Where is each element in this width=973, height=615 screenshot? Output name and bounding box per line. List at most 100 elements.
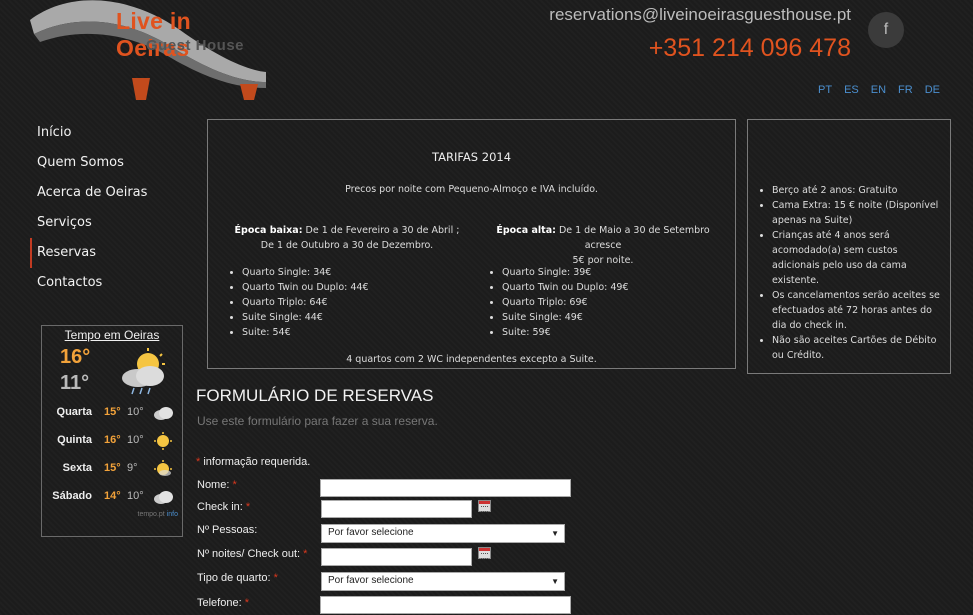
low-season-dates2: De 1 de Outubro a 30 de Dezembro. xyxy=(260,240,434,251)
forecast-row: Sábado 14° 10° xyxy=(42,486,182,508)
list-item: Quarto Triplo: 69€ xyxy=(502,295,629,310)
forecast-low: 10° xyxy=(127,434,144,446)
low-season-text: Época baixa: De 1 de Fevereiro a 30 de A… xyxy=(222,223,472,253)
tariffs-intro: Precos por noite com Pequeno-Almoço e IV… xyxy=(345,184,598,195)
forecast-high: 14° xyxy=(104,490,121,502)
name-label-text: Nome: xyxy=(197,479,230,491)
forecast-low: 10° xyxy=(127,490,144,502)
cloudy-icon xyxy=(154,491,173,504)
lang-en[interactable]: EN xyxy=(871,84,886,96)
weather-credit: tempo.pt info xyxy=(138,511,179,518)
calendar-icon[interactable] xyxy=(478,500,491,512)
high-season-text: Época alta: De 1 de Maio a 30 de Setembr… xyxy=(478,223,728,268)
forecast-high: 15° xyxy=(104,462,121,474)
lang-de[interactable]: DE xyxy=(925,84,940,96)
nav-item-inicio[interactable]: Início xyxy=(30,118,180,148)
phone-label: Telefone: * xyxy=(197,597,249,609)
list-item: Não são aceites Cartões de Débito ou Cré… xyxy=(772,333,948,363)
forecast-row: Quinta 16° 10° xyxy=(42,430,182,452)
logo[interactable]: Live in Oeiras Guest House xyxy=(30,0,270,105)
language-switcher: PT ES EN FR DE xyxy=(818,84,952,96)
forecast-low: 9° xyxy=(127,462,138,474)
nights-label-text: Nº noites/ Check out: xyxy=(197,548,301,560)
chevron-down-icon: ▼ xyxy=(551,577,559,586)
lang-pt[interactable]: PT xyxy=(818,84,832,96)
room-type-select[interactable]: Por favor selecione ▼ xyxy=(321,572,565,591)
lang-fr[interactable]: FR xyxy=(898,84,913,96)
high-season-dates1: De 1 de Maio a 30 de Setembro acresce xyxy=(555,225,710,251)
list-item: Cama Extra: 15 € noite (Disponível apena… xyxy=(772,198,948,228)
name-field[interactable] xyxy=(320,479,571,497)
list-item: Suite: 54€ xyxy=(242,325,369,340)
list-item: Quarto Twin ou Duplo: 49€ xyxy=(502,280,629,295)
tariffs-heading: TARIFAS 2014 xyxy=(431,150,512,164)
checkout-field[interactable] xyxy=(321,548,472,566)
checkin-label-text: Check in: xyxy=(197,501,243,513)
tariffs-box: TARIFAS 2014 Precos por noite com Pequen… xyxy=(207,119,736,369)
high-season-label: Época alta: xyxy=(496,225,556,236)
checkin-label: Check in: * xyxy=(197,501,250,513)
phone-field[interactable] xyxy=(320,596,571,614)
logo-subtitle: Guest House xyxy=(146,37,245,54)
list-item: Suite: 59€ xyxy=(502,325,629,340)
forecast-row: Sexta 15° 9° xyxy=(42,458,182,480)
nav-item-contactos[interactable]: Contactos xyxy=(30,268,180,298)
persons-select[interactable]: Por favor selecione ▼ xyxy=(321,524,565,543)
calendar-icon[interactable] xyxy=(478,547,491,559)
policies-box: Berço até 2 anos: Gratuito Cama Extra: 1… xyxy=(747,119,951,374)
weather-title[interactable]: Tempo em Oeiras xyxy=(42,328,182,342)
list-item: Quarto Twin ou Duplo: 44€ xyxy=(242,280,369,295)
forecast-row: Quarta 15° 10° xyxy=(42,402,182,424)
chevron-down-icon: ▼ xyxy=(551,529,559,538)
rain-cloud-icon xyxy=(122,348,165,395)
list-item: Suite Single: 49€ xyxy=(502,310,629,325)
facebook-icon[interactable]: f xyxy=(868,12,904,48)
room-label: Tipo de quarto: * xyxy=(197,572,278,584)
tariffs-footer: 4 quartos com 2 WC independentes excepto… xyxy=(346,354,597,365)
low-season-label: Época baixa: xyxy=(234,225,303,236)
list-item: Crianças até 4 anos será acomodado(a) se… xyxy=(772,228,948,288)
name-label: Nome: * xyxy=(197,479,237,491)
forecast-day: Sexta xyxy=(62,462,92,474)
partly-sunny-icon xyxy=(154,460,172,476)
contact-phone: +351 214 096 478 xyxy=(648,34,851,62)
lang-es[interactable]: ES xyxy=(844,84,859,96)
nav-item-acerca-de-oeiras[interactable]: Acerca de Oeiras xyxy=(30,178,180,208)
today-high: 16° xyxy=(60,346,91,368)
room-select-value: Por favor selecione xyxy=(328,575,414,586)
room-label-text: Tipo de quarto: xyxy=(197,572,271,584)
persons-label: Nº Pessoas: xyxy=(197,524,258,536)
contact-email[interactable]: reservations@liveinoeirasguesthouse.pt xyxy=(549,5,851,25)
required-mark: * xyxy=(245,501,251,513)
nav-item-reservas[interactable]: Reservas xyxy=(30,238,180,268)
weather-credit-link[interactable]: info xyxy=(167,511,178,518)
weather-credit-text: tempo.pt xyxy=(137,511,165,518)
required-mark: * xyxy=(273,572,278,584)
required-note: * informação requerida. xyxy=(196,456,310,468)
form-title: FORMULÁRIO DE RESERVAS xyxy=(196,386,434,405)
required-mark: * xyxy=(303,548,308,560)
required-mark: * xyxy=(232,479,237,491)
nights-label: Nº noites/ Check out: * xyxy=(197,548,307,560)
list-item: Suite Single: 44€ xyxy=(242,310,369,325)
low-season-list: Quarto Single: 34€ Quarto Twin ou Duplo:… xyxy=(228,265,369,340)
cloudy-icon xyxy=(154,407,173,420)
forecast-day: Sábado xyxy=(52,490,92,502)
form-subtitle: Use este formulário para fazer a sua res… xyxy=(197,414,438,428)
required-note-text: informação requerida. xyxy=(200,456,311,468)
nav-item-servicos[interactable]: Serviços xyxy=(30,208,180,238)
phone-label-text: Telefone: xyxy=(197,597,242,609)
checkin-field[interactable] xyxy=(321,500,472,518)
list-item: Quarto Triplo: 64€ xyxy=(242,295,369,310)
policies-list: Berço até 2 anos: Gratuito Cama Extra: 1… xyxy=(748,183,948,363)
forecast-day: Quarta xyxy=(56,406,92,418)
list-item: Quarto Single: 39€ xyxy=(502,265,629,280)
list-item: Berço até 2 anos: Gratuito xyxy=(772,183,948,198)
nav-item-quem-somos[interactable]: Quem Somos xyxy=(30,148,180,178)
forecast-high: 15° xyxy=(104,406,121,418)
high-season-list: Quarto Single: 39€ Quarto Twin ou Duplo:… xyxy=(488,265,629,340)
required-mark: * xyxy=(244,597,249,609)
forecast-high: 16° xyxy=(104,434,121,446)
persons-select-value: Por favor selecione xyxy=(328,527,414,538)
today-low: 11° xyxy=(60,372,90,394)
